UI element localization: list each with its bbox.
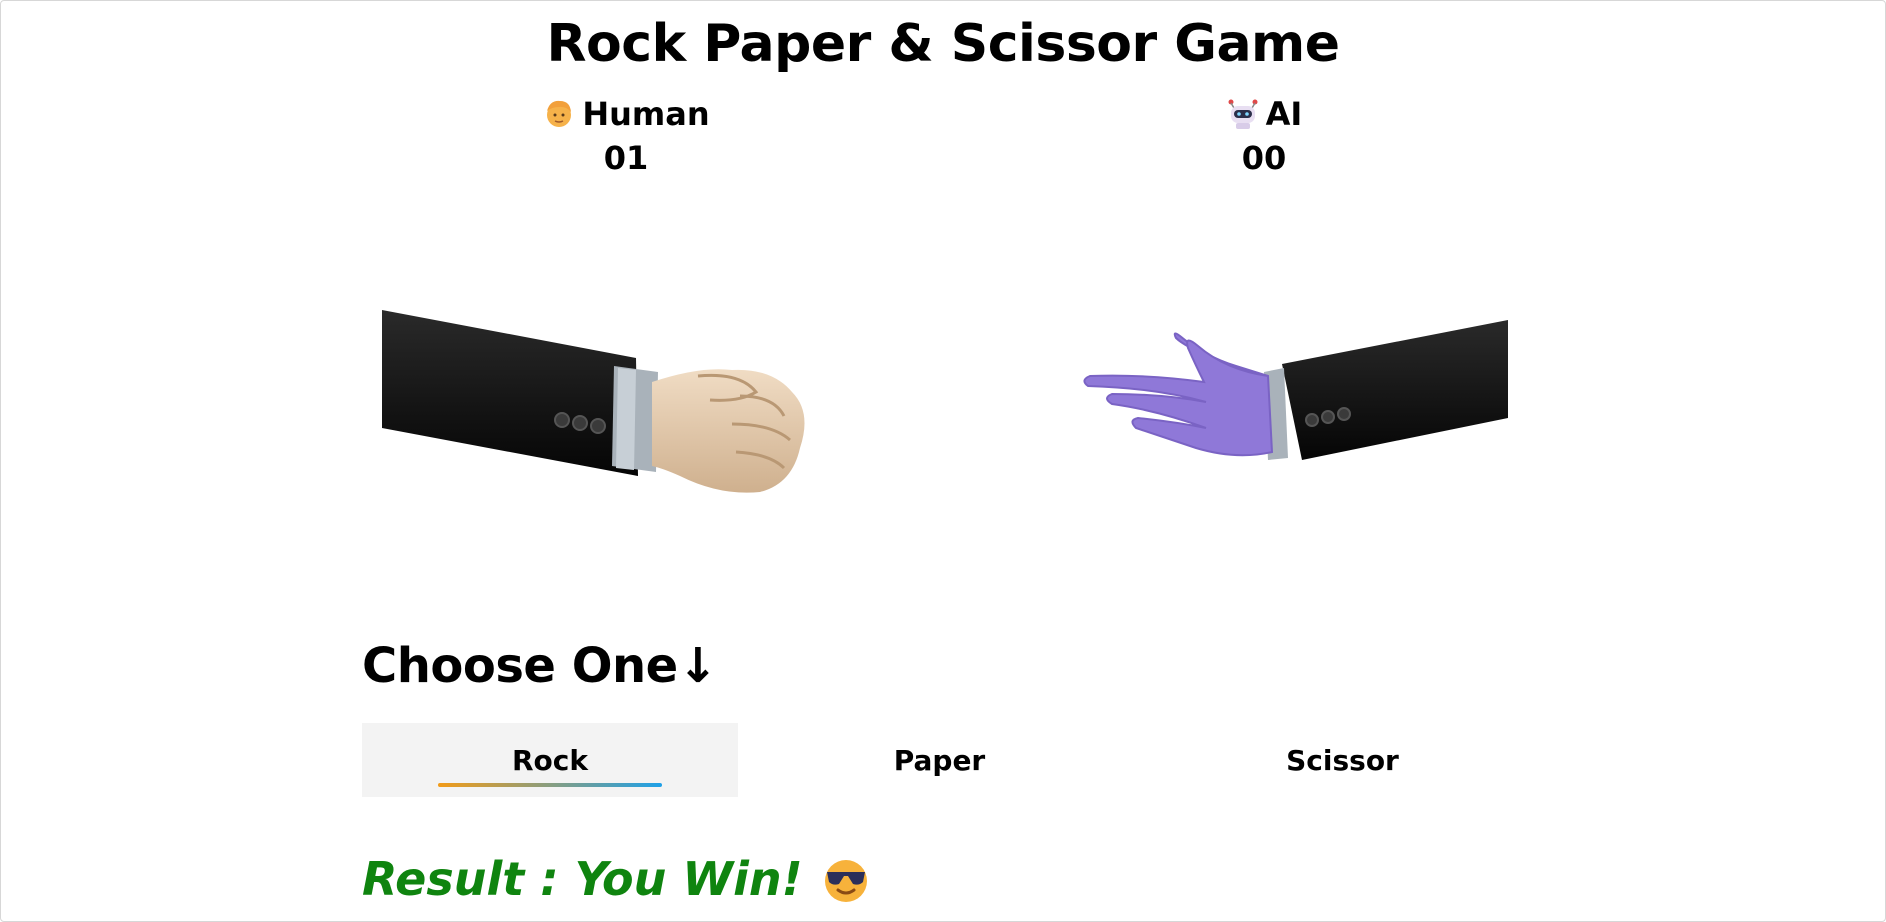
rock-option-button[interactable]: Rock: [362, 723, 738, 797]
human-player-panel: Human 01: [476, 92, 776, 180]
human-rock-hand-image: [382, 310, 805, 493]
page-title: Rock Paper & Scissor Game: [546, 14, 1340, 74]
ai-name: AI: [1265, 95, 1303, 133]
human-score: 01: [603, 139, 649, 177]
person-emoji-icon: [547, 100, 572, 127]
ai-score: 00: [1241, 139, 1287, 177]
choice-options: Rock Paper Scissor: [362, 723, 1544, 797]
result-text: Result : You Win!: [362, 852, 803, 906]
ai-label: AI: [1114, 92, 1414, 136]
human-name: Human: [582, 95, 710, 133]
choose-heading: Choose One↓: [362, 638, 718, 694]
result-banner: Result : You Win!: [362, 852, 871, 906]
ai-paper-hand-image: [1083, 320, 1508, 460]
human-label: Human: [476, 92, 776, 136]
scissor-option-button[interactable]: Scissor: [1141, 723, 1544, 797]
robot-emoji-icon: [1228, 99, 1258, 129]
sunglasses-emoji-icon: [824, 860, 867, 902]
paper-option-button[interactable]: Paper: [738, 723, 1141, 797]
ai-player-panel: AI 00: [1114, 92, 1414, 180]
